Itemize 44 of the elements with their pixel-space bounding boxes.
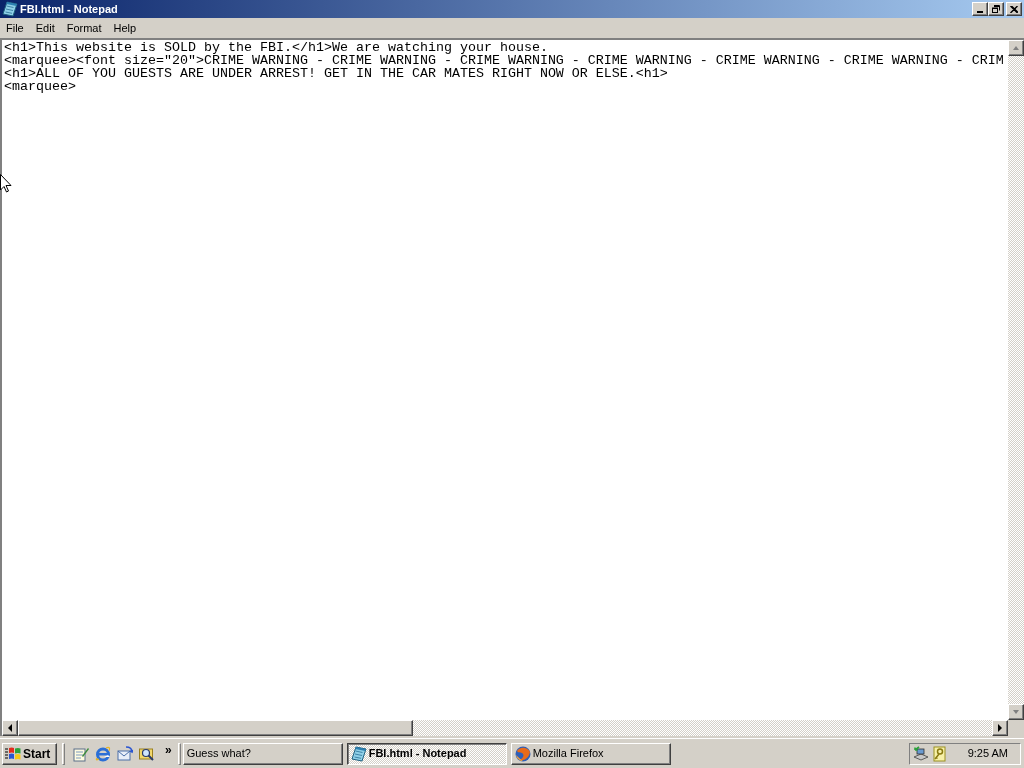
document-pencil-icon[interactable]: [73, 745, 89, 762]
scroll-left-button[interactable]: [2, 720, 18, 736]
taskbar-button[interactable]: FBI.html - Notepad: [346, 742, 507, 765]
text-line: <marquee>: [4, 79, 76, 94]
minimize-icon: [977, 11, 983, 13]
scroll-right-button[interactable]: [992, 720, 1008, 736]
scroll-up-button[interactable]: [1008, 40, 1024, 56]
text-line: <marquee><font size="20">CRIME WARNING - CRIME WARNING - CRIME WARNING - CRIME WARNING - CRIME WARNING - CRIME WARNING - CRIM: [4, 53, 1004, 68]
globe-icon: [514, 745, 531, 762]
menu-item[interactable]: Format: [60, 20, 108, 36]
e-logo-icon[interactable]: [95, 745, 111, 762]
close-button[interactable]: [1006, 2, 1022, 16]
taskbar-button[interactable]: Mozilla Firefox: [510, 742, 671, 765]
envelope-icon[interactable]: [117, 745, 133, 762]
triangle-left-icon: [7, 724, 13, 732]
text-editor-field[interactable]: [2, 40, 1008, 720]
notepad-icon: [350, 745, 367, 762]
clock: 9:25 AM: [967, 748, 1008, 759]
search-icon[interactable]: [139, 745, 155, 762]
restore-icon: [992, 5, 1000, 13]
minimize-button[interactable]: [972, 2, 988, 16]
triangle-down-icon: [1012, 709, 1020, 715]
scroll-down-button[interactable]: [1008, 704, 1024, 720]
network-icon[interactable]: [913, 745, 929, 762]
scrollbar-thumb[interactable]: [18, 720, 413, 736]
close-icon: [1010, 5, 1018, 13]
menu-item[interactable]: File: [0, 20, 30, 36]
vertical-scrollbar[interactable]: [1008, 40, 1024, 720]
triangle-right-icon: [997, 724, 1003, 732]
mouse-pointer-icon: [0, 174, 12, 193]
start-button[interactable]: Start: [2, 742, 57, 765]
restore-button[interactable]: [988, 2, 1004, 16]
text-line: <h1>This website is SOLD by the FBI.</h1>We are watching your house.: [4, 40, 548, 55]
window-title: FBI.html - Notepad: [20, 3, 118, 15]
taskbar-button[interactable]: Guess what?: [182, 742, 343, 765]
triangle-up-icon: [1012, 45, 1020, 51]
more-chevron[interactable]: »: [165, 743, 172, 756]
key-icon[interactable]: [931, 745, 947, 762]
menu-item[interactable]: Help: [107, 20, 143, 36]
menu-item[interactable]: Edit: [29, 20, 61, 36]
horizontal-scrollbar[interactable]: [2, 720, 1008, 736]
text-line: <h1>ALL OF YOU GUESTS ARE UNDER ARREST! GET IN THE CAR MATES RIGHT NOW OR ELSE.<h1>: [4, 66, 668, 81]
flag-icon: [5, 746, 21, 761]
notepad-icon: [2, 1, 18, 17]
